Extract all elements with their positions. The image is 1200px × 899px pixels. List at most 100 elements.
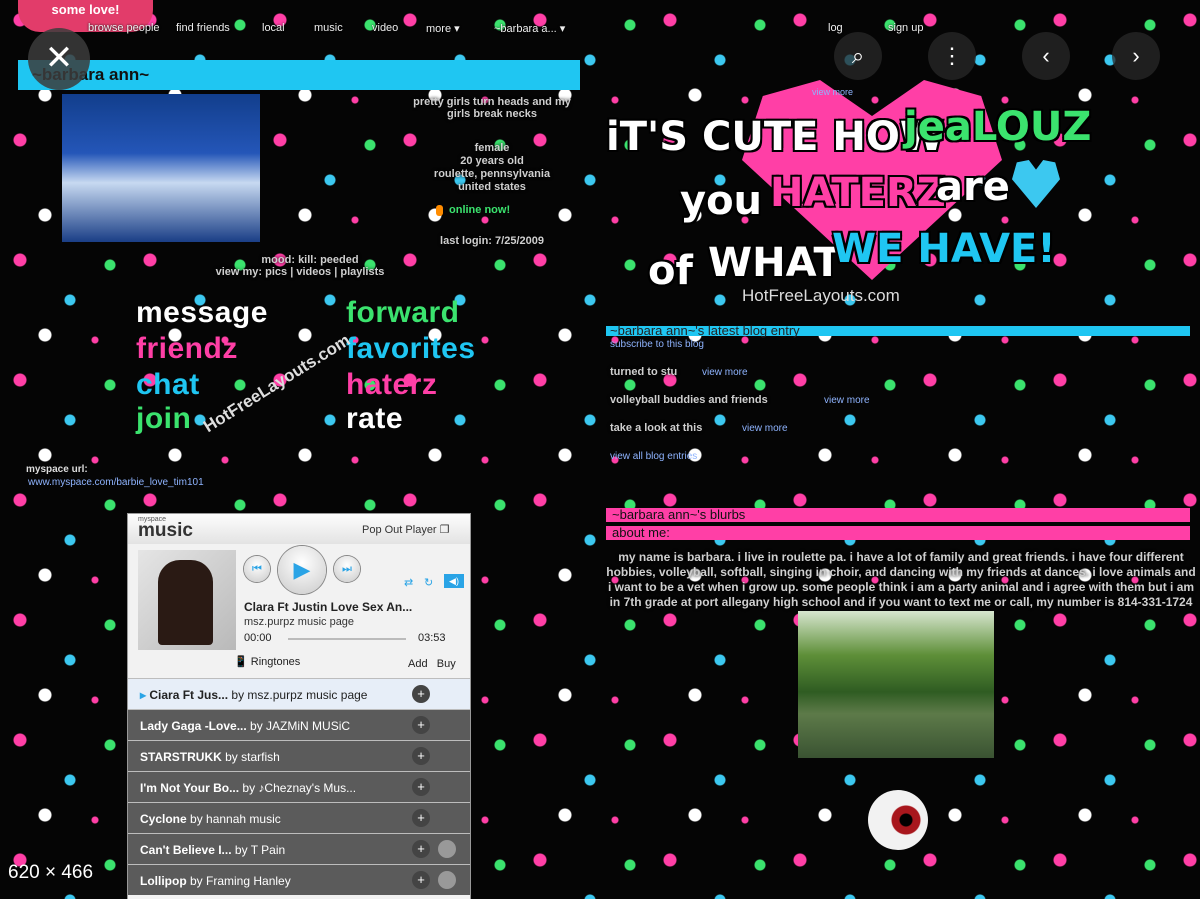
playlist: ▸ Ciara Ft Jus... by msz.purpz music pag… [128, 678, 470, 895]
ringtones-label: Ringtones [250, 656, 301, 668]
view-my-links[interactable]: view my: pics | videos | playlists [200, 266, 400, 278]
more-vertical-icon[interactable]: ⋮ [928, 32, 976, 80]
contact-message[interactable]: message [136, 296, 268, 330]
nav-find-friends[interactable]: find friends [176, 22, 230, 34]
playlist-track[interactable]: Lady Gaga -Love... by JAZMiN MUSiC + [128, 709, 470, 740]
online-person-icon [436, 204, 443, 216]
profile-country: united states [458, 181, 526, 193]
add-track-icon[interactable]: + [412, 685, 430, 703]
close-icon[interactable]: ✕ [28, 28, 90, 90]
add-track-icon[interactable]: + [412, 809, 430, 827]
playlist-track[interactable]: Lollipop by Framing Hanley + [128, 864, 470, 895]
volume-icon[interactable]: ◀) [444, 574, 464, 588]
blog-entry-2[interactable]: volleyball buddies and friends [610, 394, 768, 406]
contact-chat[interactable]: chat [136, 368, 200, 402]
blog-subscribe-link[interactable]: subscribe to this blog [610, 339, 704, 350]
ringtone-phone-icon: 📱 [234, 656, 248, 668]
shuffle-icon[interactable]: ⇄ [404, 576, 413, 589]
nav-more[interactable]: more ▾ [426, 22, 460, 35]
album-art-figure [158, 560, 213, 645]
track-artist: by hannah music [190, 812, 281, 826]
add-link[interactable]: Add [408, 658, 428, 670]
next-track-icon[interactable]: ⏭ [334, 556, 360, 582]
track-title: Lady Gaga -Love... [140, 719, 247, 733]
contact-join[interactable]: join [136, 402, 191, 436]
add-track-icon[interactable]: + [412, 871, 430, 889]
nav-local[interactable]: local [262, 22, 285, 34]
add-track-icon[interactable]: + [412, 716, 430, 734]
blog-entry-3-view-more[interactable]: view more [742, 423, 788, 434]
blog-title: ~barbara ann~'s latest blog entry [610, 323, 800, 338]
nav-browse-people[interactable]: browse people [88, 22, 160, 34]
about-me-label: about me: [612, 525, 670, 540]
track-title: Cyclone [140, 812, 187, 826]
nav-log[interactable]: log [828, 22, 843, 34]
buy-link[interactable]: Buy [437, 658, 456, 670]
online-text: online now! [449, 204, 511, 216]
add-track-icon[interactable]: + [412, 778, 430, 796]
chevron-right-icon[interactable]: › [1112, 32, 1160, 80]
profile-picture[interactable] [62, 94, 260, 242]
play-icon[interactable]: ▶ [278, 546, 326, 594]
banner-line3-of: of [648, 248, 693, 294]
prev-track-icon[interactable]: ⏮ [244, 556, 270, 582]
nav-sign-up[interactable]: sign up [888, 22, 923, 34]
track-artist: by msz.purpz music page [231, 688, 368, 702]
track-artist: by T Pain [234, 843, 286, 857]
track-artist: by JAZMiN MUSiC [250, 719, 351, 733]
track-artist: by ♪Cheznay's Mus... [242, 781, 357, 795]
now-playing-artist[interactable]: msz.purpz music page [244, 616, 354, 628]
banner-line2-are: are [936, 164, 1010, 210]
track-title: Ciara Ft Jus... [149, 688, 229, 702]
blurbs-title: ~barbara ann~'s blurbs [612, 507, 746, 522]
about-me-text: my name is barbara. i live in roulette p… [606, 550, 1196, 609]
eyeball-decoration [868, 790, 928, 850]
playlist-track[interactable]: Cyclone by hannah music + [128, 802, 470, 833]
playlist-track[interactable]: ▸ Ciara Ft Jus... by msz.purpz music pag… [128, 678, 470, 709]
banner-line2-you: you [680, 178, 763, 224]
buy-track-icon[interactable] [438, 871, 456, 889]
nav-music[interactable]: music [314, 22, 343, 34]
track-title: Lollipop [140, 874, 187, 888]
contact-forward[interactable]: forward [346, 296, 460, 330]
pop-out-icon: ❐ [439, 524, 450, 536]
myspace-url-value[interactable]: www.myspace.com/barbie_love_tim101 [28, 477, 204, 488]
add-track-icon[interactable]: + [412, 747, 430, 765]
buy-track-icon[interactable] [438, 840, 456, 858]
playlist-track[interactable]: I'm Not Your Bo... by ♪Cheznay's Mus... + [128, 771, 470, 802]
nav-video[interactable]: video [372, 22, 398, 34]
blog-entry-2-view-more[interactable]: view more [824, 395, 870, 406]
blog-entry-3[interactable]: take a look at this [610, 422, 702, 434]
play-indicator-icon: ▸ [140, 688, 150, 702]
time-total: 03:53 [418, 632, 446, 644]
rope-swing-photo [798, 611, 994, 758]
repeat-icon[interactable]: ↻ [424, 576, 433, 589]
chevron-left-icon[interactable]: ‹ [1022, 32, 1070, 80]
playlist-track[interactable]: Can't Believe I... by T Pain + [128, 833, 470, 864]
contact-rate[interactable]: rate [346, 402, 403, 436]
progress-bar[interactable] [288, 638, 406, 640]
pop-out-player-button[interactable]: Pop Out Player ❐ [362, 523, 450, 536]
banner-line1-white: iT'S CUTE HOW [606, 114, 944, 160]
track-title: Can't Believe I... [140, 843, 232, 857]
blue-heart-icon [1012, 160, 1060, 208]
playlist-track[interactable]: STARSTRUKK by starfish + [128, 740, 470, 771]
blog-entry-1-view-more[interactable]: view more [702, 367, 748, 378]
contact-favorites[interactable]: favorites [346, 332, 476, 366]
contact-haterz[interactable]: haterz [346, 368, 437, 402]
add-buy-links: Add Buy [408, 658, 456, 670]
about-me-bar [606, 526, 1190, 540]
ringtones-link[interactable]: 📱 Ringtones [234, 655, 300, 668]
nav-profile-menu[interactable]: ~barbara a... ▾ [494, 22, 565, 35]
blog-view-all-link[interactable]: view all blog entries [610, 451, 697, 462]
blog-entry-1[interactable]: turned to stu [610, 366, 677, 378]
banner-line3-we-have: WE HAVE! [832, 226, 1056, 272]
profile-gender: female [474, 142, 510, 154]
banner-view-more[interactable]: view more [812, 87, 853, 97]
profile-name-bar: ~barbara ann~ [18, 60, 580, 90]
music-player: myspace music Pop Out Player ❐ ⏮ ▶ ⏭ ⇄ ↻… [128, 514, 470, 899]
contact-friendz[interactable]: friendz [136, 332, 238, 366]
lens-icon[interactable]: ⌕ [834, 32, 882, 80]
track-artist: by Framing Hanley [190, 874, 291, 888]
add-track-icon[interactable]: + [412, 840, 430, 858]
